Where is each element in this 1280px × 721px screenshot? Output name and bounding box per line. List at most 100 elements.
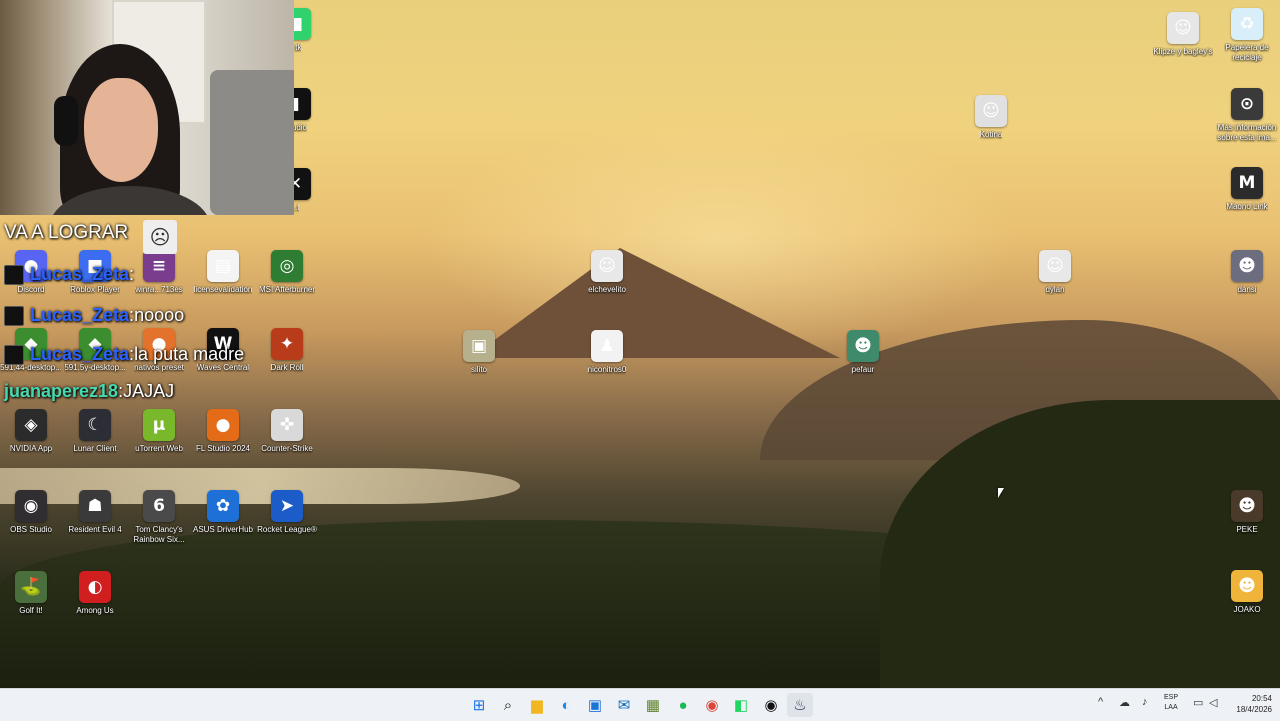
- language-layout: LAA: [1164, 704, 1178, 711]
- app-icon: ⛳: [15, 571, 47, 603]
- app-icon: ◎: [271, 250, 303, 282]
- desktop-icon[interactable]: ☺ Klipze y bagley's: [1152, 12, 1214, 57]
- desktop-icon-label: niconitros0: [587, 365, 627, 374]
- language-code: ESP: [1164, 694, 1179, 701]
- desktop-icon[interactable]: ☾ Lunar Client: [64, 409, 126, 454]
- app-icon: ▣: [463, 330, 495, 362]
- app-icon: ▤: [207, 250, 239, 282]
- chrome-browser-icon[interactable]: ◉: [699, 693, 725, 717]
- webcam-overlay: [0, 0, 294, 215]
- edge-browser-icon[interactable]: ◐: [553, 693, 579, 717]
- desktop-icon[interactable]: µ uTorrent Web: [128, 409, 190, 454]
- desktop-icon-label: Maono Link: [1226, 202, 1268, 211]
- desktop-icon-label: Among Us: [76, 606, 114, 615]
- desktop-icon-label: FL Studio 2024: [196, 444, 250, 453]
- network-icon[interactable]: ☁: [1119, 696, 1130, 709]
- microsoft-store-icon[interactable]: ▣: [582, 693, 608, 717]
- headphone: [54, 96, 78, 146]
- chat-separator: :: [129, 264, 135, 284]
- microphone-icon[interactable]: ♪: [1142, 696, 1148, 708]
- desktop-icon[interactable]: ▣ silito: [448, 330, 510, 375]
- desktop-icon-label: Golf It!: [19, 606, 43, 615]
- search-button-icon[interactable]: ⌕: [495, 693, 521, 717]
- desktop-icon[interactable]: ☻ dansi: [1216, 250, 1278, 295]
- desktop-icon-label: JOAKO: [1233, 605, 1261, 614]
- desktop-icon-label: MSI Afterburner: [258, 285, 316, 294]
- app-icon: µ: [143, 409, 175, 441]
- app-icon: ◈: [15, 409, 47, 441]
- desktop-icon-label: silito: [470, 365, 487, 374]
- desktop-icon[interactable]: ☺ elchevelito: [576, 250, 638, 295]
- app-icon: ≡: [143, 250, 175, 282]
- desktop-icon[interactable]: ☺ dylan: [1024, 250, 1086, 295]
- language-indicator[interactable]: ESP LAA: [1164, 693, 1178, 713]
- desktop-icon[interactable]: ☻ PEKE: [1216, 490, 1278, 535]
- show-hidden-icons-chevron[interactable]: ^: [1098, 696, 1103, 708]
- app-icon: 6: [143, 490, 175, 522]
- app-icon: ☗: [79, 490, 111, 522]
- desktop-icon[interactable]: ☗ Resident Evil 4: [64, 490, 126, 535]
- desktop-icon[interactable]: ✿ ASUS DriverHub: [192, 490, 254, 535]
- desktop-icon-label: Discord: [17, 285, 45, 294]
- streamer: [20, 36, 210, 215]
- outlook-app-icon[interactable]: ✉: [611, 693, 637, 717]
- display-icon[interactable]: ▭: [1193, 696, 1203, 709]
- app-icon: ☾: [79, 409, 111, 441]
- desktop-icon-label: Papelera de reciclaje: [1225, 43, 1269, 62]
- app-icon: M: [1231, 167, 1263, 199]
- desktop-icon-label: uTorrent Web: [135, 444, 183, 453]
- app-icon: ☺: [591, 250, 623, 282]
- chat-line: juanaperez18 : JAJAJ: [4, 381, 174, 402]
- desktop-icon[interactable]: ☻ JOAKO: [1216, 570, 1278, 615]
- desktop-icon[interactable]: ➤ Rocket League®: [256, 490, 318, 535]
- app-record-icon[interactable]: ◉: [758, 693, 784, 717]
- desktop-icon-label: Dark Roll: [270, 363, 304, 372]
- desktop-icon[interactable]: M Maono Link: [1216, 167, 1278, 212]
- volume-icon[interactable]: ◁: [1209, 696, 1217, 709]
- app-icon: ☺: [1039, 250, 1071, 282]
- chat-badge-icon: [4, 344, 24, 365]
- app-icon: ➤: [271, 490, 303, 522]
- desktop-icon[interactable]: 6 Tom Clancy's Rainbow Six...: [128, 490, 190, 545]
- desktop-icon-label: NVIDIA App: [9, 444, 53, 453]
- desktop-icon[interactable]: ◎ MSI Afterburner: [256, 250, 318, 295]
- desktop-icon[interactable]: ☻ pefaur: [832, 330, 894, 375]
- desktop-icon[interactable]: ◐ Among Us: [64, 571, 126, 616]
- desktop-icon[interactable]: ▤ licensevalidation: [192, 250, 254, 295]
- start-button-icon[interactable]: ⊞: [466, 693, 492, 717]
- desktop-icon[interactable]: ≡ winra...713es: [128, 250, 190, 295]
- desktop-icon-label: pefaur: [851, 365, 875, 374]
- desktop-icon[interactable]: ✜ Counter-Strike: [256, 409, 318, 454]
- app-icon: ◉: [15, 490, 47, 522]
- desktop-icon-label: Rocket League®: [257, 525, 317, 534]
- app-icon: ◐: [79, 571, 111, 603]
- desktop-icon[interactable]: ● FL Studio 2024: [192, 409, 254, 454]
- desktop-icon-label: Lunar Client: [73, 444, 117, 453]
- app-icon: ☻: [847, 330, 879, 362]
- steam-app-icon[interactable]: ♨: [787, 693, 813, 717]
- app-icon: ☻: [1231, 570, 1263, 602]
- file-explorer-icon[interactable]: ▆: [524, 693, 550, 717]
- desktop-icon[interactable]: ♻ Papelera de reciclaje: [1216, 8, 1278, 63]
- chat-username: Lucas_Zeta: [30, 264, 130, 284]
- desktop-icon[interactable]: ☺ Kotina: [960, 95, 1022, 140]
- desktop-icon-label: Roblox Player: [70, 285, 120, 294]
- desktop-icon[interactable]: ⛳ Golf It!: [0, 571, 62, 616]
- desktop-icon[interactable]: ✦ Dark Roll: [256, 328, 318, 373]
- desktop-icon-label: dylan: [1045, 285, 1065, 294]
- app-icon: ☺: [975, 95, 1007, 127]
- clock-time: 20:54: [1251, 694, 1272, 703]
- desktop-icon-label: Más información sobre esta ima...: [1217, 123, 1277, 142]
- app-icon: ♻: [1231, 8, 1263, 40]
- desktop-icon[interactable]: ◈ NVIDIA App: [0, 409, 62, 454]
- desktop-icon[interactable]: ◉ OBS Studio: [0, 490, 62, 535]
- desktop-icon[interactable]: ⊙ Más información sobre esta ima...: [1216, 88, 1278, 143]
- chat-badge-icon: [4, 264, 24, 285]
- app-icon: ☻: [1231, 490, 1263, 522]
- app-green-icon[interactable]: ▦: [640, 693, 666, 717]
- desktop-icon[interactable]: ♟ niconitros0: [576, 330, 638, 375]
- clock[interactable]: 20:54 18/4/2026: [1236, 693, 1272, 715]
- spotify-app-icon[interactable]: ●: [670, 693, 696, 717]
- desktop-icon-label: Klipze y bagley's: [1153, 47, 1213, 56]
- app-green-2-icon[interactable]: ◧: [728, 693, 754, 717]
